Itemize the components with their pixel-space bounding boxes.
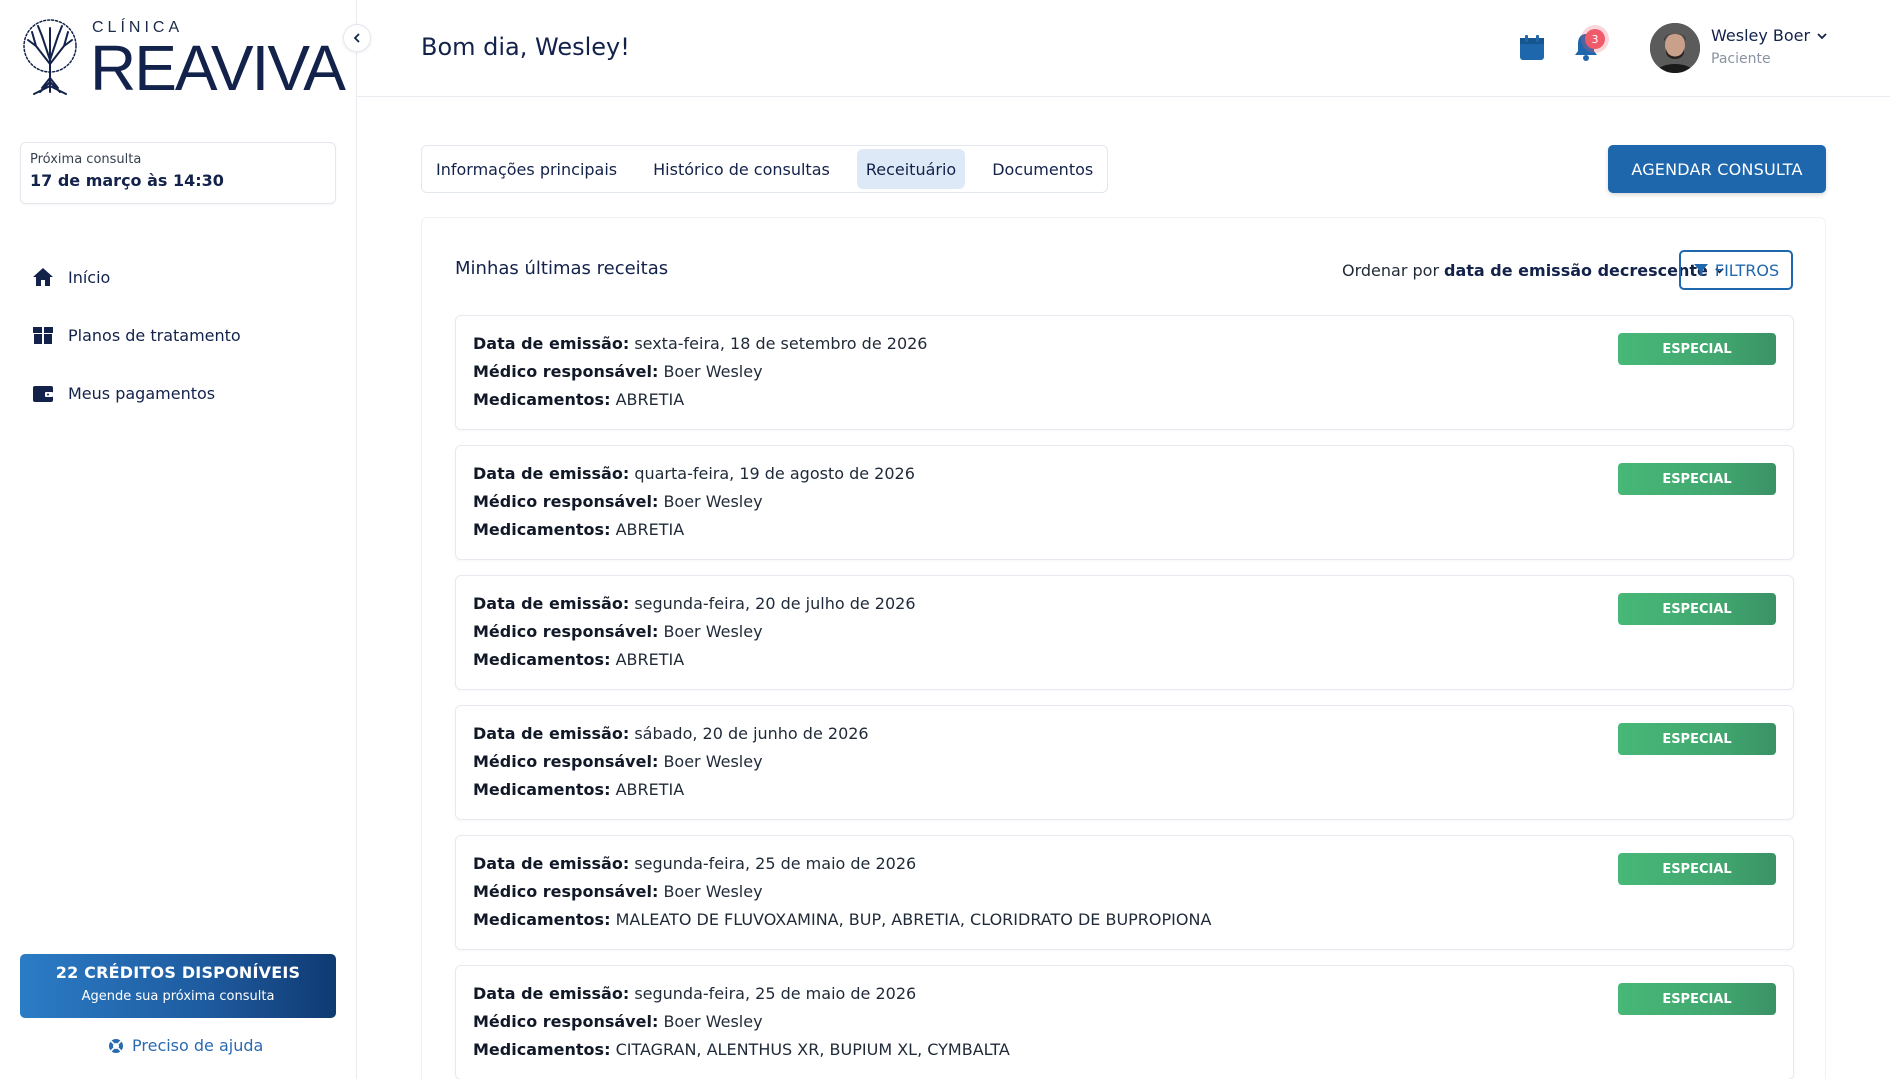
prescription-list: Data de emissão: sexta-feira, 18 de sete…	[455, 315, 1794, 1079]
doctor-value: Boer Wesley	[663, 362, 763, 381]
date-value: quarta-feira, 19 de agosto de 2026	[634, 464, 915, 483]
sort-dropdown[interactable]: Ordenar por data de emissão decrescente	[1342, 261, 1725, 280]
meds-value: ABRETIA	[615, 650, 685, 669]
meds-value: MALEATO DE FLUVOXAMINA, BUP, ABRETIA, CL…	[615, 910, 1212, 929]
type-badge: ESPECIAL	[1618, 593, 1776, 625]
sidebar-item-label: Meus pagamentos	[68, 383, 216, 403]
meds-key: Medicamentos:	[473, 520, 611, 539]
doctor-value: Boer Wesley	[663, 882, 763, 901]
meds-value: ABRETIA	[615, 390, 685, 409]
meds-value: CITAGRAN, ALENTHUS XR, BUPIUM XL, CYMBAL…	[615, 1040, 1010, 1059]
date-key: Data de emissão:	[473, 464, 630, 483]
meds-key: Medicamentos:	[473, 780, 611, 799]
tab-historico[interactable]: Histórico de consultas	[644, 149, 839, 189]
greeting: Bom dia, Wesley!	[421, 33, 630, 61]
clinic-logo[interactable]: CLÍNICA REAVIVA	[18, 16, 346, 104]
notification-badge: 3	[1585, 29, 1605, 49]
doctor-key: Médico responsável:	[473, 882, 659, 901]
user-role: Paciente	[1711, 51, 1771, 67]
doctor-value: Boer Wesley	[663, 622, 763, 641]
sidebar-nav: Início Planos de tratamento Meus pagamen…	[30, 260, 330, 434]
date-key: Data de emissão:	[473, 724, 630, 743]
prescription-card[interactable]: Data de emissão: sábado, 20 de junho de …	[455, 705, 1794, 820]
home-icon	[30, 264, 56, 290]
meds-key: Medicamentos:	[473, 650, 611, 669]
type-badge: ESPECIAL	[1618, 463, 1776, 495]
next-appointment-value: 17 de março às 14:30	[30, 171, 224, 190]
meds-value: ABRETIA	[615, 520, 685, 539]
doctor-key: Médico responsável:	[473, 492, 659, 511]
prescription-card[interactable]: Data de emissão: sexta-feira, 18 de sete…	[455, 315, 1794, 430]
lifebuoy-icon	[109, 1038, 123, 1053]
date-key: Data de emissão:	[473, 984, 630, 1003]
doctor-value: Boer Wesley	[663, 752, 763, 771]
type-badge: ESPECIAL	[1618, 853, 1776, 885]
sort-prefix: Ordenar por	[1342, 261, 1440, 280]
type-badge: ESPECIAL	[1618, 333, 1776, 365]
filters-label: FILTROS	[1714, 260, 1780, 280]
calendar-icon[interactable]	[1517, 33, 1547, 63]
prescription-card[interactable]: Data de emissão: quarta-feira, 19 de ago…	[455, 445, 1794, 560]
sidebar-item-label: Início	[68, 267, 111, 287]
sidebar-item-pagamentos[interactable]: Meus pagamentos	[30, 376, 330, 410]
date-value: segunda-feira, 25 de maio de 2026	[634, 854, 917, 873]
next-appointment-label: Próxima consulta	[30, 152, 142, 167]
credits-subtitle: Agende sua próxima consulta	[81, 989, 275, 1004]
doctor-value: Boer Wesley	[663, 1012, 763, 1031]
chevron-left-icon	[353, 33, 360, 43]
filter-icon	[1693, 264, 1708, 276]
date-value: segunda-feira, 25 de maio de 2026	[634, 984, 917, 1003]
filters-button[interactable]: FILTROS	[1679, 250, 1793, 290]
meds-key: Medicamentos:	[473, 910, 611, 929]
sort-value: data de emissão decrescente	[1444, 261, 1708, 280]
prescriptions-panel: Minhas últimas receitas Ordenar por data…	[421, 217, 1826, 1079]
doctor-key: Médico responsável:	[473, 362, 659, 381]
prescription-card[interactable]: Data de emissão: segunda-feira, 25 de ma…	[455, 965, 1794, 1079]
schedule-appointment-button[interactable]: AGENDAR CONSULTA	[1608, 145, 1826, 193]
tab-informacoes[interactable]: Informações principais	[427, 149, 626, 189]
date-value: sábado, 20 de junho de 2026	[634, 724, 869, 743]
type-badge: ESPECIAL	[1618, 983, 1776, 1015]
doctor-key: Médico responsável:	[473, 1012, 659, 1031]
tab-documentos[interactable]: Documentos	[983, 149, 1102, 189]
prescription-card[interactable]: Data de emissão: segunda-feira, 20 de ju…	[455, 575, 1794, 690]
tab-receituario[interactable]: Receituário	[856, 149, 966, 189]
meds-key: Medicamentos:	[473, 390, 611, 409]
help-link[interactable]: Preciso de ajuda	[108, 1036, 263, 1055]
doctor-key: Médico responsável:	[473, 752, 659, 771]
meds-key: Medicamentos:	[473, 1040, 611, 1059]
sidebar: CLÍNICA REAVIVA Próxima consulta 17 de m…	[0, 0, 357, 1079]
date-key: Data de emissão:	[473, 334, 630, 353]
panel-title: Minhas últimas receitas	[455, 258, 669, 279]
type-badge: ESPECIAL	[1618, 723, 1776, 755]
credits-title: 22 CRÉDITOS DISPONÍVEIS	[55, 963, 301, 982]
date-key: Data de emissão:	[473, 854, 630, 873]
user-menu[interactable]: Wesley Boer	[1711, 26, 1828, 45]
tab-bar: Informações principais Histórico de cons…	[421, 145, 1109, 193]
meds-value: ABRETIA	[615, 780, 685, 799]
date-value: segunda-feira, 20 de julho de 2026	[634, 594, 916, 613]
collapse-sidebar-button[interactable]	[343, 24, 371, 52]
chevron-down-icon	[1817, 32, 1827, 39]
doctor-key: Médico responsável:	[473, 622, 659, 641]
top-header: Bom dia, Wesley! 3 Wesley Boer Paciente	[357, 0, 1890, 97]
date-value: sexta-feira, 18 de setembro de 2026	[634, 334, 928, 353]
box-icon	[30, 322, 56, 348]
credits-button[interactable]: 22 CRÉDITOS DISPONÍVEIS Agende sua próxi…	[20, 954, 336, 1018]
tree-logo-icon	[23, 19, 77, 95]
avatar[interactable]	[1650, 23, 1700, 73]
next-appointment-card: Próxima consulta 17 de março às 14:30	[20, 142, 336, 204]
sidebar-item-inicio[interactable]: Início	[30, 260, 330, 294]
wallet-icon	[30, 380, 56, 406]
sidebar-item-planos[interactable]: Planos de tratamento	[30, 318, 330, 352]
help-label: Preciso de ajuda	[132, 1036, 264, 1055]
prescription-card[interactable]: Data de emissão: segunda-feira, 25 de ma…	[455, 835, 1794, 950]
sidebar-item-label: Planos de tratamento	[68, 325, 241, 345]
doctor-value: Boer Wesley	[663, 492, 763, 511]
date-key: Data de emissão:	[473, 594, 630, 613]
logo-name: REAVIVA	[90, 32, 346, 104]
user-name: Wesley Boer	[1711, 26, 1811, 45]
